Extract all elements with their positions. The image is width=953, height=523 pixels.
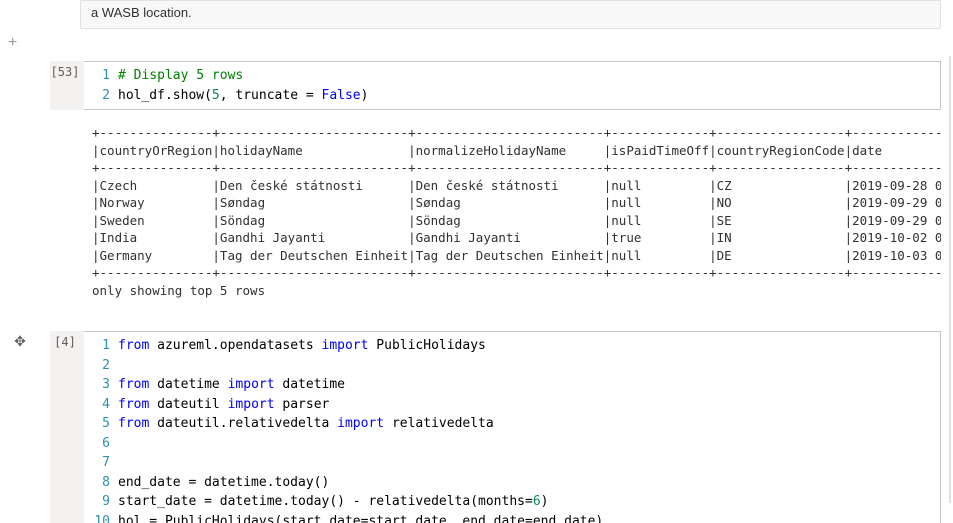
line-number: 5 <box>84 414 110 434</box>
code-lines[interactable]: # Display 5 rowshol_df.show(5, truncate … <box>118 66 940 105</box>
line-number: 4 <box>84 395 110 415</box>
line-number: 6 <box>84 434 110 454</box>
code-line[interactable]: hol_df.show(5, truncate = False) <box>118 86 940 106</box>
cell-53-output: +---------------+-----------------------… <box>84 118 941 305</box>
add-cell-region-1[interactable]: + <box>30 35 941 55</box>
exec-count: [4] <box>50 331 84 523</box>
exec-count: [53] <box>50 61 84 110</box>
code-lines[interactable]: from azureml.opendatasets import PublicH… <box>118 336 940 523</box>
code-line[interactable]: from dateutil import parser <box>118 395 940 415</box>
line-gutter: 12 <box>84 66 118 105</box>
code-line[interactable]: from dateutil.relativedelta import relat… <box>118 414 940 434</box>
info-note-text: a WASB location. <box>91 5 192 20</box>
cell-body[interactable]: 12 # Display 5 rowshol_df.show(5, trunca… <box>84 61 941 110</box>
cell-53[interactable]: [53] 12 # Display 5 rowshol_df.show(5, t… <box>30 61 941 110</box>
line-gutter: 1234567891011 <box>84 336 118 523</box>
exec-count-label: [4] <box>54 335 76 349</box>
exec-count-label: [53] <box>51 65 80 79</box>
code-line[interactable]: from azureml.opendatasets import PublicH… <box>118 336 940 356</box>
code-line[interactable]: start_date = datetime.today() - relative… <box>118 492 940 512</box>
line-number: 10 <box>84 512 110 523</box>
code-line[interactable]: end_date = datetime.today() <box>118 473 940 493</box>
plus-icon[interactable]: + <box>8 35 17 51</box>
cell-body[interactable]: 1234567891011 from azureml.opendatasets … <box>84 331 941 523</box>
line-number: 7 <box>84 453 110 473</box>
code-line[interactable]: # Display 5 rows <box>118 66 940 86</box>
cell-4[interactable]: ✥ [4] 1234567891011 from azureml.opendat… <box>30 331 941 523</box>
scrollbar-track[interactable] <box>949 56 951 503</box>
line-number: 3 <box>84 375 110 395</box>
code-editor[interactable]: 1234567891011 from azureml.opendatasets … <box>84 332 940 523</box>
code-line[interactable]: from datetime import datetime <box>118 375 940 395</box>
line-number: 1 <box>84 336 110 356</box>
code-line[interactable] <box>118 356 940 376</box>
line-number: 8 <box>84 473 110 493</box>
line-number: 9 <box>84 492 110 512</box>
line-number: 2 <box>84 356 110 376</box>
code-line[interactable] <box>118 434 940 454</box>
code-editor[interactable]: 12 # Display 5 rowshol_df.show(5, trunca… <box>84 62 940 109</box>
code-line[interactable] <box>118 453 940 473</box>
info-note: a WASB location. <box>80 0 941 29</box>
notebook-container: a WASB location. + [53] 12 # Display 5 r… <box>0 0 953 523</box>
line-number: 2 <box>84 86 110 106</box>
line-number: 1 <box>84 66 110 86</box>
move-icon[interactable]: ✥ <box>12 333 28 349</box>
code-line[interactable]: hol = PublicHolidays(start_date=start_da… <box>118 512 940 523</box>
